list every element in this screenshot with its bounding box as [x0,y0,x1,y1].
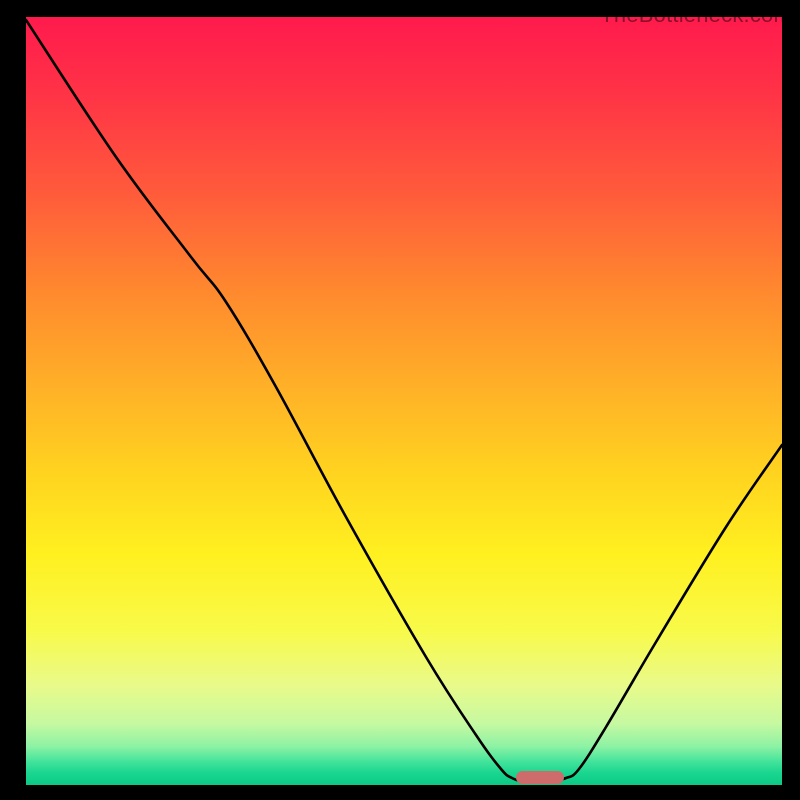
frame-border-left [0,0,26,800]
gradient-background [26,17,782,785]
optimal-point-marker [516,771,564,784]
watermark-text: TheBottleneck.com [600,2,792,28]
frame-border-right [782,0,800,800]
frame-border-bottom [0,785,800,800]
plot-area [26,17,782,785]
